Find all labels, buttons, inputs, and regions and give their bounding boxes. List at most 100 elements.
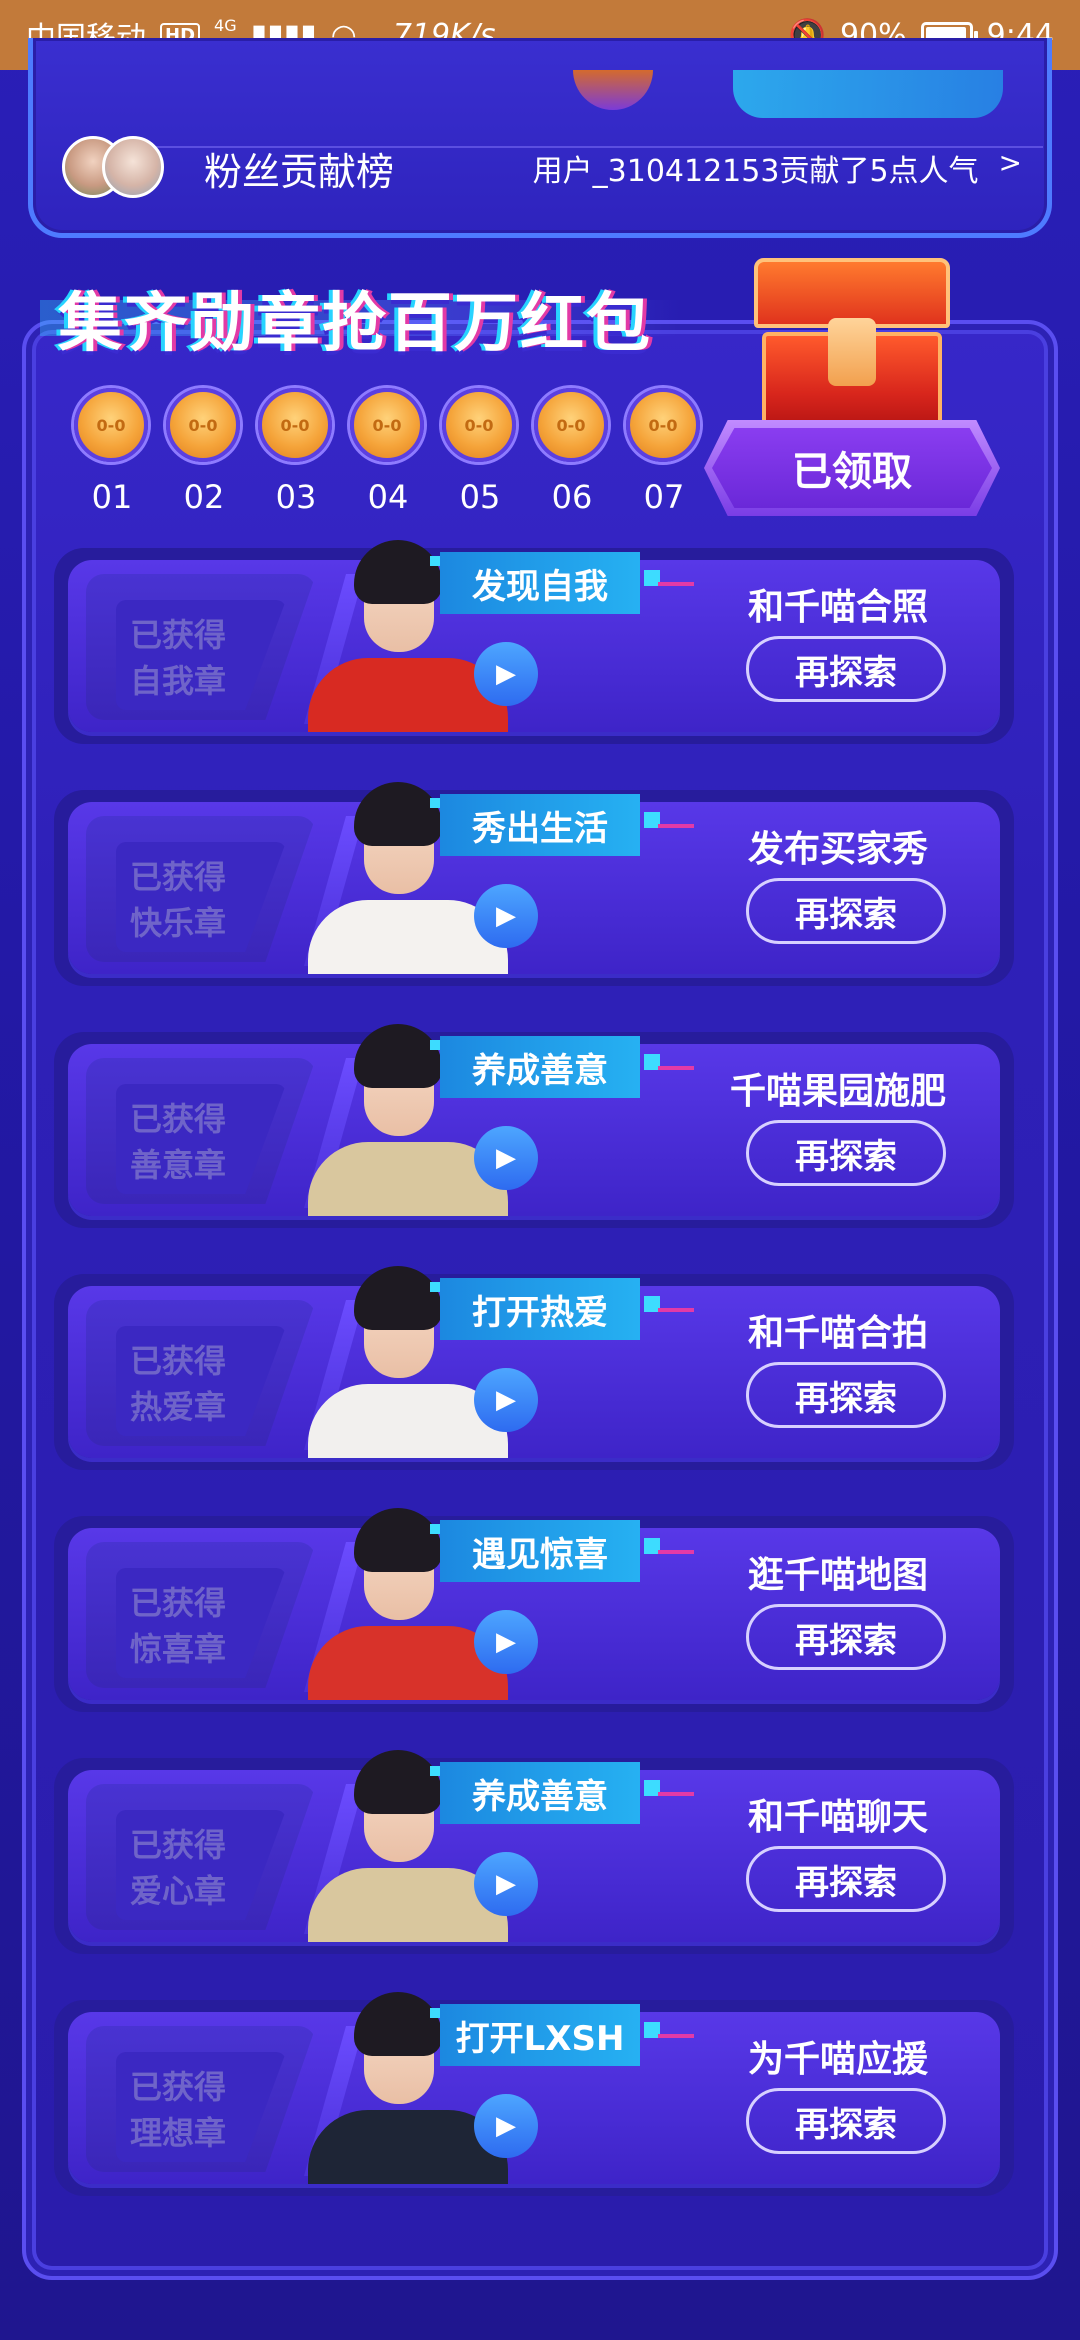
task-card: 已获得 善意章 养成善意 ▶ 千喵果园施肥 再探索 — [54, 1024, 1014, 1228]
banner-title: 集齐勋章抢百万红包 — [58, 287, 652, 361]
medal-item[interactable]: 0-0 04 — [350, 388, 426, 516]
badge-slot: 已获得 自我章 — [86, 574, 316, 720]
medal-item[interactable]: 0-0 02 — [166, 388, 242, 516]
badge-slot: 已获得 热爱章 — [86, 1300, 316, 1446]
task-name: 和千喵聊天 — [747, 1797, 928, 1838]
medal-label: 06 — [551, 478, 593, 516]
task-tag: 遇见惊喜 — [440, 1520, 640, 1582]
decoration — [733, 70, 1003, 118]
network-type: 4G — [214, 15, 237, 35]
portrait-hair — [354, 1992, 442, 2056]
decoration — [430, 1040, 440, 1050]
treasure-chest-icon[interactable] — [748, 258, 956, 438]
medal-label: 03 — [275, 478, 317, 516]
task-name: 和千喵合拍 — [747, 1313, 928, 1354]
play-icon[interactable]: ▶ — [474, 1126, 538, 1190]
task-tag: 打开热爱 — [440, 1278, 640, 1340]
task-tag: 发现自我 — [440, 552, 640, 614]
task-card-body: 已获得 快乐章 秀出生活 ▶ 发布买家秀 再探索 — [68, 782, 1000, 974]
decoration — [658, 1792, 694, 1796]
task-tag: 秀出生活 — [440, 794, 640, 856]
badge-text: 已获得 爱心章 — [130, 1822, 226, 1914]
explore-button[interactable]: 再探索 — [746, 2088, 946, 2154]
badge-slot: 已获得 爱心章 — [86, 1784, 316, 1930]
task-name: 发布买家秀 — [747, 829, 928, 870]
badge-name: 理想章 — [130, 2114, 227, 2152]
avatar — [102, 136, 164, 198]
task-card-body: 已获得 爱心章 养成善意 ▶ 和千喵聊天 再探索 — [68, 1750, 1000, 1942]
portrait-hair — [354, 1750, 442, 1814]
task-name: 和千喵合照 — [747, 587, 928, 628]
badge-text: 已获得 惊喜章 — [130, 1580, 226, 1672]
task-tag-wrap: 打开LXSH — [430, 2004, 694, 2070]
portrait-hair — [354, 782, 442, 846]
medal-item[interactable]: 0-0 05 — [442, 388, 518, 516]
explore-button[interactable]: 再探索 — [746, 1120, 946, 1186]
play-icon[interactable]: ▶ — [474, 1610, 538, 1674]
decoration — [430, 798, 440, 808]
decoration — [573, 70, 653, 110]
explore-button[interactable]: 再探索 — [746, 636, 946, 702]
task-tag-wrap: 秀出生活 — [430, 794, 694, 860]
decoration — [430, 1766, 440, 1776]
explore-button[interactable]: 再探索 — [746, 878, 946, 944]
medal-item[interactable]: 0-0 07 — [626, 388, 702, 516]
play-icon[interactable]: ▶ — [474, 1852, 538, 1916]
play-icon[interactable]: ▶ — [474, 1368, 538, 1432]
medal-icon: 0-0 — [626, 388, 700, 462]
task-card: 已获得 爱心章 养成善意 ▶ 和千喵聊天 再探索 — [54, 1750, 1014, 1954]
task-tag-wrap: 养成善意 — [430, 1036, 694, 1102]
badge-text: 已获得 善意章 — [130, 1096, 226, 1188]
badge-status: 已获得 — [130, 2068, 227, 2106]
medal-item[interactable]: 0-0 01 — [74, 388, 150, 516]
medal-label: 07 — [643, 478, 685, 516]
decoration — [430, 1282, 440, 1292]
fan-board-row[interactable]: 粉丝贡献榜 用户_310412153贡献了5点人气 > — [62, 128, 1022, 208]
portrait-hair — [354, 1266, 442, 1330]
badge-status: 已获得 — [130, 1342, 227, 1380]
badge-status: 已获得 — [130, 1826, 227, 1864]
medal-item[interactable]: 0-0 03 — [258, 388, 334, 516]
play-icon[interactable]: ▶ — [474, 884, 538, 948]
decoration — [658, 582, 694, 586]
badge-name: 惊喜章 — [130, 1630, 227, 1668]
portrait-hair — [354, 540, 442, 604]
badge-name: 善意章 — [130, 1146, 227, 1184]
medal-label: 01 — [91, 478, 133, 516]
play-icon[interactable]: ▶ — [474, 2094, 538, 2158]
badge-status: 已获得 — [130, 616, 227, 654]
portrait-hair — [354, 1508, 442, 1572]
explore-button[interactable]: 再探索 — [746, 1846, 946, 1912]
decoration — [430, 556, 440, 566]
medal-icon: 0-0 — [534, 388, 608, 462]
medal-item[interactable]: 0-0 06 — [534, 388, 610, 516]
decoration — [658, 2034, 694, 2038]
decoration — [658, 1066, 694, 1070]
claim-button[interactable]: 已领取 — [712, 428, 992, 508]
badge-status: 已获得 — [130, 1100, 227, 1138]
explore-button[interactable]: 再探索 — [746, 1362, 946, 1428]
task-tag-wrap: 养成善意 — [430, 1762, 694, 1828]
task-tag-wrap: 遇见惊喜 — [430, 1520, 694, 1586]
task-card-body: 已获得 自我章 发现自我 ▶ 和千喵合照 再探索 — [68, 540, 1000, 732]
task-card: 已获得 自我章 发现自我 ▶ 和千喵合照 再探索 — [54, 540, 1014, 744]
portrait-hair — [354, 1024, 442, 1088]
task-tag: 打开LXSH — [440, 2004, 640, 2066]
badge-name: 快乐章 — [130, 904, 227, 942]
badge-text: 已获得 快乐章 — [130, 854, 226, 946]
decoration — [430, 2008, 440, 2018]
chevron-right-icon[interactable]: > — [999, 146, 1022, 179]
explore-button[interactable]: 再探索 — [746, 1604, 946, 1670]
task-card: 已获得 惊喜章 遇见惊喜 ▶ 逛千喵地图 再探索 — [54, 1508, 1014, 1712]
task-card-body: 已获得 善意章 养成善意 ▶ 千喵果园施肥 再探索 — [68, 1024, 1000, 1216]
badge-text: 已获得 理想章 — [130, 2064, 226, 2156]
play-icon[interactable]: ▶ — [474, 642, 538, 706]
badge-slot: 已获得 快乐章 — [86, 816, 316, 962]
medal-icon: 0-0 — [442, 388, 516, 462]
badge-name: 热爱章 — [130, 1388, 227, 1426]
medal-icon: 0-0 — [166, 388, 240, 462]
badge-text: 已获得 自我章 — [130, 612, 226, 704]
task-card-body: 已获得 热爱章 打开热爱 ▶ 和千喵合拍 再探索 — [68, 1266, 1000, 1458]
task-tag: 养成善意 — [440, 1762, 640, 1824]
task-name: 为千喵应援 — [747, 2039, 928, 2080]
